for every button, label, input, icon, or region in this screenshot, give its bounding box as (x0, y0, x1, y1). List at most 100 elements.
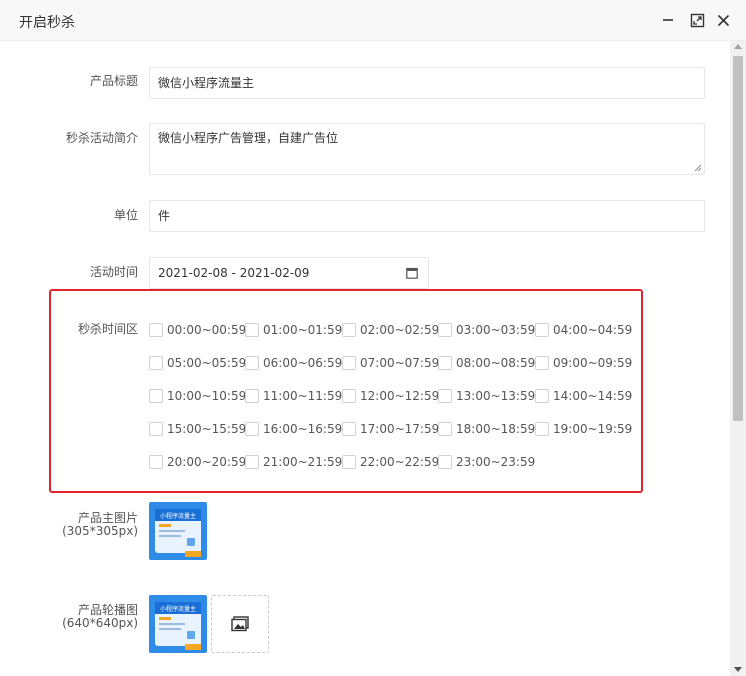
time-slot-checkbox[interactable] (535, 323, 549, 337)
carousel-thumbnail[interactable]: 小程序流量主 (149, 595, 207, 653)
time-slot-option[interactable]: 03:00~03:59 (438, 322, 535, 338)
dialog-title: 开启秒杀 (19, 15, 75, 31)
time-slot-checkbox[interactable] (149, 455, 163, 469)
time-slot-option[interactable]: 13:00~13:59 (438, 388, 535, 404)
time-slot-label: 01:00~01:59 (263, 323, 343, 337)
time-slot-label: 04:00~04:59 (553, 323, 633, 337)
time-slot-checkbox[interactable] (342, 356, 356, 370)
time-slot-option[interactable]: 21:00~21:59 (245, 454, 342, 470)
product-title-input[interactable]: 微信小程序流量主 (149, 67, 705, 99)
main-thumb-title: 小程序流量主 (160, 512, 196, 520)
time-slot-option[interactable]: 17:00~17:59 (342, 421, 439, 437)
time-slot-label: 02:00~02:59 (360, 323, 440, 337)
time-slot-option[interactable]: 04:00~04:59 (535, 322, 632, 338)
time-slot-checkbox[interactable] (438, 422, 452, 436)
time-slot-checkbox[interactable] (342, 455, 356, 469)
activity-time-label: 活动时间 (89, 265, 138, 279)
time-slot-option[interactable]: 18:00~18:59 (438, 421, 535, 437)
time-slot-checkbox[interactable] (438, 356, 452, 370)
close-icon[interactable] (714, 11, 732, 29)
intro-label: 秒杀活动简介 (65, 131, 138, 145)
time-slot-option[interactable]: 23:00~23:59 (438, 454, 535, 470)
time-slot-label: 14:00~14:59 (553, 389, 633, 403)
time-slot-option[interactable]: 20:00~20:59 (149, 454, 246, 470)
time-slot-option[interactable]: 14:00~14:59 (535, 388, 632, 404)
main-image-thumbnail[interactable]: 小程序流量主 (149, 502, 207, 560)
activity-time-value: 2021-02-08 - 2021-02-09 (158, 266, 310, 280)
time-slot-option[interactable]: 15:00~15:59 (149, 421, 246, 437)
time-slot-checkbox[interactable] (438, 455, 452, 469)
time-slot-option[interactable]: 22:00~22:59 (342, 454, 439, 470)
time-slot-checkbox[interactable] (438, 389, 452, 403)
time-slot-checkbox[interactable] (149, 356, 163, 370)
time-slot-option[interactable]: 10:00~10:59 (149, 388, 246, 404)
time-slot-checkbox[interactable] (149, 422, 163, 436)
time-slot-label: 22:00~22:59 (360, 455, 440, 469)
time-slot-label: 10:00~10:59 (167, 389, 247, 403)
image-icon (231, 616, 249, 632)
calendar-icon[interactable] (406, 267, 418, 279)
seckill-dialog: 开启秒杀 产品标题 微信小程序流量主 秒杀活动简介 微信小程序广告管理，自建广告… (0, 0, 746, 676)
scrollbar-thumb[interactable] (733, 56, 743, 421)
main-image-size-hint: (305*305px) (62, 524, 138, 538)
time-slot-option[interactable]: 01:00~01:59 (245, 322, 342, 338)
time-slot-checkbox[interactable] (245, 323, 259, 337)
scroll-down-icon[interactable] (734, 667, 742, 672)
time-slot-label: 20:00~20:59 (167, 455, 247, 469)
intro-text: 微信小程序广告管理，自建广告位 (158, 131, 339, 145)
time-slot-label: 03:00~03:59 (456, 323, 536, 337)
carousel-upload-button[interactable] (211, 595, 269, 653)
time-slot-checkbox[interactable] (149, 389, 163, 403)
time-slot-label: 15:00~15:59 (167, 422, 247, 436)
time-slot-option[interactable]: 05:00~05:59 (149, 355, 246, 371)
time-slot-option[interactable]: 12:00~12:59 (342, 388, 439, 404)
product-title-label: 产品标题 (89, 74, 138, 88)
time-slot-label: 07:00~07:59 (360, 356, 440, 370)
time-slot-checkbox[interactable] (535, 422, 549, 436)
time-slot-option[interactable]: 06:00~06:59 (245, 355, 342, 371)
time-slot-option[interactable]: 16:00~16:59 (245, 421, 342, 437)
time-slot-label: 16:00~16:59 (263, 422, 343, 436)
time-slot-label: 12:00~12:59 (360, 389, 440, 403)
time-slot-checkbox[interactable] (245, 455, 259, 469)
unit-input[interactable]: 件 (149, 200, 705, 232)
time-slot-checkbox[interactable] (342, 422, 356, 436)
time-slots-label: 秒杀时间区 (77, 322, 138, 336)
resize-handle-icon[interactable] (694, 164, 702, 172)
minimize-icon[interactable] (659, 11, 677, 29)
time-slot-option[interactable]: 19:00~19:59 (535, 421, 632, 437)
dialog-header: 开启秒杀 (0, 0, 746, 41)
time-slot-label: 21:00~21:59 (263, 455, 343, 469)
intro-textarea[interactable]: 微信小程序广告管理，自建广告位 (149, 123, 705, 175)
activity-time-picker[interactable]: 2021-02-08 - 2021-02-09 (149, 257, 429, 289)
time-slot-label: 18:00~18:59 (456, 422, 536, 436)
time-slot-label: 17:00~17:59 (360, 422, 440, 436)
carousel-thumb-title: 小程序流量主 (160, 605, 196, 613)
time-slot-label: 13:00~13:59 (456, 389, 536, 403)
vertical-scrollbar[interactable] (730, 41, 746, 676)
time-slot-label: 06:00~06:59 (263, 356, 343, 370)
time-slot-label: 08:00~08:59 (456, 356, 536, 370)
time-slot-option[interactable]: 07:00~07:59 (342, 355, 439, 371)
time-slot-checkbox[interactable] (245, 422, 259, 436)
time-slot-label: 05:00~05:59 (167, 356, 247, 370)
time-slot-label: 09:00~09:59 (553, 356, 633, 370)
time-slot-checkbox[interactable] (535, 356, 549, 370)
time-slot-option[interactable]: 08:00~08:59 (438, 355, 535, 371)
time-slot-checkbox[interactable] (245, 356, 259, 370)
scroll-up-icon[interactable] (734, 44, 742, 49)
unit-label: 单位 (113, 208, 138, 222)
time-slot-label: 00:00~00:59 (167, 323, 247, 337)
time-slot-option[interactable]: 02:00~02:59 (342, 322, 439, 338)
time-slot-checkbox[interactable] (342, 389, 356, 403)
time-slot-option[interactable]: 11:00~11:59 (245, 388, 342, 404)
time-slot-checkbox[interactable] (438, 323, 452, 337)
time-slot-option[interactable]: 00:00~00:59 (149, 322, 246, 338)
time-slot-checkbox[interactable] (245, 389, 259, 403)
time-slot-checkbox[interactable] (535, 389, 549, 403)
maximize-icon[interactable] (688, 11, 706, 29)
carousel-size-hint: (640*640px) (62, 616, 138, 630)
time-slot-checkbox[interactable] (149, 323, 163, 337)
time-slot-checkbox[interactable] (342, 323, 356, 337)
time-slot-option[interactable]: 09:00~09:59 (535, 355, 632, 371)
